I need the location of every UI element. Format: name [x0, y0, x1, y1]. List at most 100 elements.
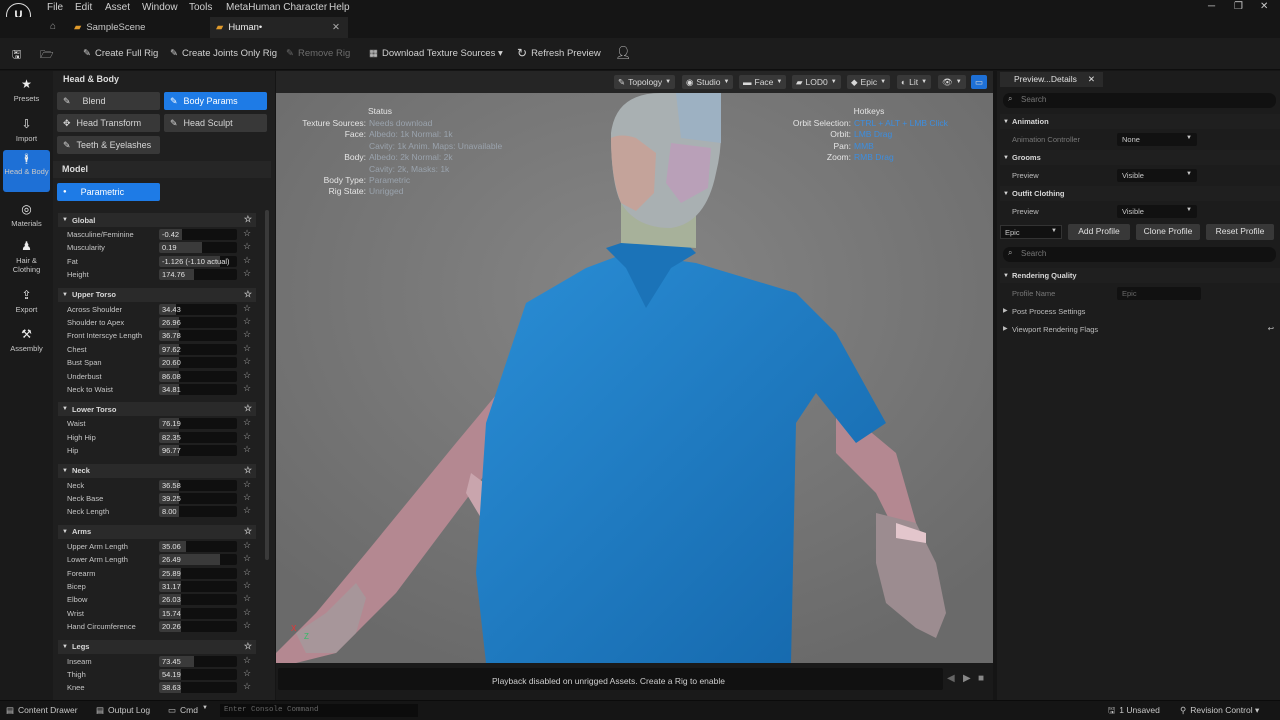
- param-slider[interactable]: 174.76: [159, 269, 237, 281]
- pin-icon[interactable]: ☆: [244, 214, 252, 225]
- layout-toggle[interactable]: ▭: [971, 75, 988, 89]
- param-slider[interactable]: 38.63: [159, 682, 237, 694]
- pin-icon[interactable]: ☆: [244, 289, 252, 300]
- refresh-preview-button[interactable]: ↻ Refresh Preview: [517, 46, 601, 60]
- pin-icon[interactable]: ☆: [243, 356, 251, 367]
- revision-control-button[interactable]: ⚲ Revision Control ▾: [1180, 705, 1259, 716]
- pin-icon[interactable]: ☆: [243, 567, 251, 578]
- studio-dropdown[interactable]: ◉ Studio ▼: [682, 75, 734, 89]
- show-dropdown[interactable]: 👁︎ ▼: [938, 75, 966, 89]
- console-input[interactable]: Enter Console Command: [220, 704, 418, 717]
- param-slider[interactable]: 86.08: [159, 370, 237, 382]
- param-slider[interactable]: 20.26: [159, 621, 237, 633]
- pin-icon[interactable]: ☆: [243, 329, 251, 340]
- user-icon[interactable]: 👤︎: [615, 45, 632, 61]
- menu-help[interactable]: Help: [329, 2, 350, 13]
- section-header[interactable]: ▼ Global ☆: [58, 213, 256, 227]
- section-header[interactable]: ▼ Upper Torso ☆: [58, 287, 256, 302]
- param-slider[interactable]: 26.03: [159, 594, 237, 606]
- param-slider[interactable]: 54.19: [159, 669, 237, 680]
- pin-icon[interactable]: ☆: [243, 316, 251, 327]
- reset-profile-button[interactable]: Reset Profile: [1206, 224, 1274, 240]
- details-tab[interactable]: Preview...Details ✕: [1000, 72, 1103, 87]
- pin-icon[interactable]: ☆: [243, 444, 251, 455]
- pin-icon[interactable]: ☆: [243, 343, 251, 354]
- play-icon[interactable]: ▶: [963, 673, 971, 684]
- rendering-search[interactable]: ⌕ Search: [1003, 247, 1276, 262]
- pin-icon[interactable]: ☆: [243, 580, 251, 591]
- param-slider[interactable]: 36.58: [159, 479, 237, 491]
- grooms-section[interactable]: ▼ Grooms: [1000, 150, 1280, 165]
- param-slider[interactable]: 73.45: [159, 655, 237, 667]
- param-slider[interactable]: 25.89: [159, 567, 237, 579]
- section-header[interactable]: ▼ Legs ☆: [58, 639, 256, 654]
- grooms-preview-dropdown[interactable]: Visible ▼: [1117, 169, 1197, 182]
- param-slider[interactable]: -0.42: [159, 229, 237, 240]
- anim-controller-dropdown[interactable]: None ▼: [1117, 133, 1197, 146]
- profile-name-field[interactable]: Epic: [1117, 287, 1201, 300]
- param-slider[interactable]: 15.74: [159, 607, 237, 619]
- pin-icon[interactable]: ☆: [244, 403, 252, 414]
- outfit-section[interactable]: ▼ Outfit Clothing: [1000, 186, 1280, 201]
- pin-icon[interactable]: ☆: [243, 655, 251, 666]
- rendering-quality-section[interactable]: ▼ Rendering Quality: [1000, 268, 1280, 283]
- pin-icon[interactable]: ☆: [243, 268, 251, 279]
- param-slider[interactable]: 39.25: [159, 493, 237, 504]
- param-slider[interactable]: 36.78: [159, 330, 237, 342]
- remove-rig-button[interactable]: ✎ Remove Rig: [286, 46, 350, 60]
- param-slider[interactable]: 0.19: [159, 242, 237, 254]
- pin-icon[interactable]: ☆: [243, 370, 251, 381]
- minimize-icon[interactable]: ─: [1208, 1, 1215, 12]
- param-slider[interactable]: 31.17: [159, 581, 237, 592]
- pin-icon[interactable]: ☆: [244, 526, 252, 537]
- cmd-dropdown[interactable]: ▭ Cmd ▼: [168, 705, 208, 716]
- section-header[interactable]: ▼ Arms ☆: [58, 524, 256, 539]
- clone-profile-button[interactable]: Clone Profile: [1136, 224, 1200, 240]
- quality-dropdown[interactable]: ◆ Epic ▼: [847, 75, 891, 89]
- pin-icon[interactable]: ☆: [243, 255, 251, 266]
- stop-icon[interactable]: ■: [978, 673, 984, 684]
- param-slider[interactable]: 35.06: [159, 540, 237, 552]
- lit-dropdown[interactable]: ◐ Lit ▼: [897, 75, 932, 89]
- pin-icon[interactable]: ☆: [243, 553, 251, 564]
- outfit-preview-dropdown[interactable]: Visible ▼: [1117, 205, 1197, 218]
- topology-dropdown[interactable]: ✎ Topology ▼: [614, 75, 676, 89]
- details-search[interactable]: ⌕ Search: [1003, 93, 1276, 108]
- maximize-icon[interactable]: ❐: [1234, 1, 1243, 12]
- face-dropdown[interactable]: ▬ Face ▼: [739, 75, 787, 89]
- pin-icon[interactable]: ☆: [243, 417, 251, 428]
- pin-icon[interactable]: ☆: [243, 492, 251, 503]
- param-slider[interactable]: 20.60: [159, 357, 237, 369]
- param-slider[interactable]: 8.00: [159, 506, 237, 518]
- param-slider[interactable]: 26.49: [159, 554, 237, 566]
- param-slider[interactable]: 26.96: [159, 317, 237, 328]
- pin-icon[interactable]: ☆: [243, 668, 251, 679]
- close-tab-icon[interactable]: ✕: [332, 22, 340, 33]
- content-drawer-button[interactable]: ▤ Content Drawer: [6, 705, 78, 716]
- pin-icon[interactable]: ☆: [243, 303, 251, 314]
- pin-icon[interactable]: ☆: [244, 641, 252, 652]
- lod-dropdown[interactable]: ▰ LOD0 ▼: [792, 75, 841, 89]
- post-process-row[interactable]: ▶ Post Process Settings: [1000, 303, 1280, 320]
- param-slider[interactable]: 76.19: [159, 418, 237, 430]
- pin-icon[interactable]: ☆: [243, 620, 251, 631]
- download-texture-sources-button[interactable]: ▦ Download Texture Sources ▾: [369, 46, 503, 60]
- param-slider[interactable]: 34.43: [159, 303, 237, 315]
- param-slider[interactable]: -1.126 (-1.10 actual): [159, 255, 237, 267]
- pin-icon[interactable]: ☆: [243, 681, 251, 692]
- pin-icon[interactable]: ☆: [243, 593, 251, 604]
- param-slider[interactable]: 96.77: [159, 445, 237, 457]
- reset-arrow-icon[interactable]: ↩: [1268, 324, 1274, 333]
- pin-icon[interactable]: ☆: [243, 607, 251, 618]
- section-header[interactable]: ▼ Lower Torso ☆: [58, 402, 256, 417]
- param-slider[interactable]: 82.35: [159, 431, 237, 443]
- play-reverse-icon[interactable]: ◀: [947, 673, 955, 684]
- pin-icon[interactable]: ☆: [243, 540, 251, 551]
- profile-dropdown[interactable]: Epic ▼: [1000, 225, 1062, 239]
- viewport-flags-row[interactable]: ▶ Viewport Rendering Flags ↩: [1000, 321, 1280, 338]
- param-slider[interactable]: 34.81: [159, 384, 237, 395]
- add-profile-button[interactable]: Add Profile: [1068, 224, 1130, 240]
- pin-icon[interactable]: ☆: [243, 228, 251, 239]
- pin-icon[interactable]: ☆: [243, 479, 251, 490]
- output-log-button[interactable]: ▤ Output Log: [96, 705, 150, 716]
